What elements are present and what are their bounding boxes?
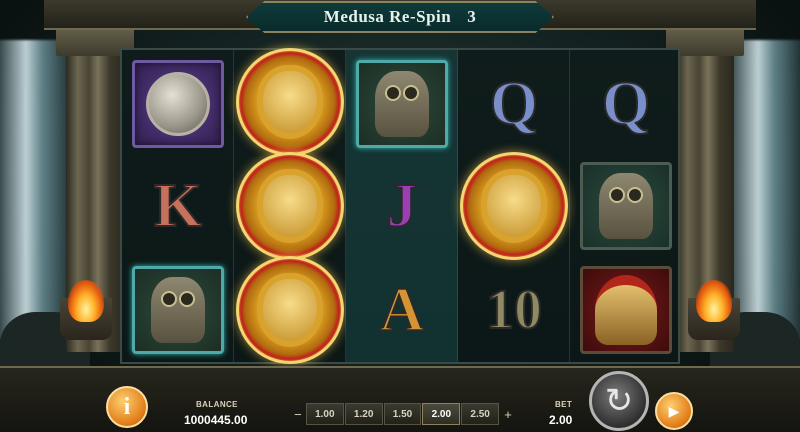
symbol-k: K (128, 158, 228, 254)
helmet-icon (595, 275, 657, 345)
refresh-icon: ↻ (604, 382, 634, 420)
bet-option[interactable]: 1.50 (383, 403, 422, 425)
symbol-q: Q (464, 56, 564, 152)
reel-4: Q 10 (458, 50, 570, 362)
balance-value: 1000445.00 (184, 413, 248, 427)
symbol-q: Q (576, 56, 676, 152)
reel-grid: K J A Q 10 Q (120, 48, 680, 364)
owl-icon (375, 71, 429, 137)
bet-value: 2.00 (549, 413, 573, 427)
flame-left-icon (68, 280, 104, 322)
symbol-medusa (234, 48, 346, 156)
symbol-owl (576, 158, 676, 254)
medusa-coin-icon (236, 48, 344, 156)
play-icon: ▶ (668, 402, 680, 419)
owl-tile (356, 60, 448, 148)
letter-j: J (386, 172, 419, 240)
letter-ten: 10 (485, 279, 543, 341)
reel-5: Q (570, 50, 682, 362)
helmet-tile (580, 266, 672, 354)
coin-icon (146, 72, 210, 136)
waterfall-left (0, 40, 74, 340)
owl-tile (132, 266, 224, 354)
symbol-medusa (458, 152, 570, 260)
bet-decrease-button[interactable]: − (290, 407, 306, 422)
bet-option-selected[interactable]: 2.00 (422, 403, 461, 425)
bet-label: BET (555, 400, 573, 409)
letter-a: A (379, 276, 426, 344)
autoplay-button[interactable]: ▶ (655, 392, 693, 430)
letter-q: Q (489, 70, 539, 138)
medusa-coin-icon (236, 256, 344, 364)
reel-3: J A (346, 50, 458, 362)
owl-statue-tile (580, 162, 672, 250)
owl-icon (151, 277, 205, 343)
bet-increase-button[interactable]: + (500, 407, 516, 422)
balance-label: BALANCE (196, 400, 238, 409)
medusa-coin-icon (460, 152, 568, 260)
reel-1: K (122, 50, 234, 362)
bet-option[interactable]: 2.50 (461, 403, 500, 425)
bet-selector: − 1.00 1.20 1.50 2.00 2.50 + (290, 403, 516, 425)
bet-option[interactable]: 1.00 (305, 403, 344, 425)
symbol-a: A (352, 262, 452, 358)
symbol-owl (352, 56, 452, 152)
game-scene: Medusa Re-Spin 3 K J A Q 10 Q i BALANCE … (0, 0, 800, 432)
symbol-medusa (234, 256, 346, 364)
bet-option[interactable]: 1.20 (344, 403, 383, 425)
medusa-coin-icon (236, 152, 344, 260)
symbol-medusa (234, 152, 346, 260)
coin-tile (132, 60, 224, 148)
waterfall-right (726, 40, 800, 340)
symbol-owl (128, 262, 228, 358)
respin-count: 3 (467, 7, 477, 26)
game-title: Medusa Re-Spin (323, 7, 452, 26)
flame-right-icon (696, 280, 732, 322)
letter-k: K (153, 172, 203, 240)
owl-icon (599, 173, 653, 239)
title-plate: Medusa Re-Spin 3 (246, 1, 554, 33)
spin-button[interactable]: ↻ (589, 371, 649, 431)
symbol-helmet (576, 262, 676, 358)
info-button[interactable]: i (106, 386, 148, 428)
letter-q: Q (601, 70, 651, 138)
symbol-ten: 10 (464, 262, 564, 358)
symbol-j: J (352, 158, 452, 254)
reel-2 (234, 48, 346, 364)
symbol-coin (128, 56, 228, 152)
